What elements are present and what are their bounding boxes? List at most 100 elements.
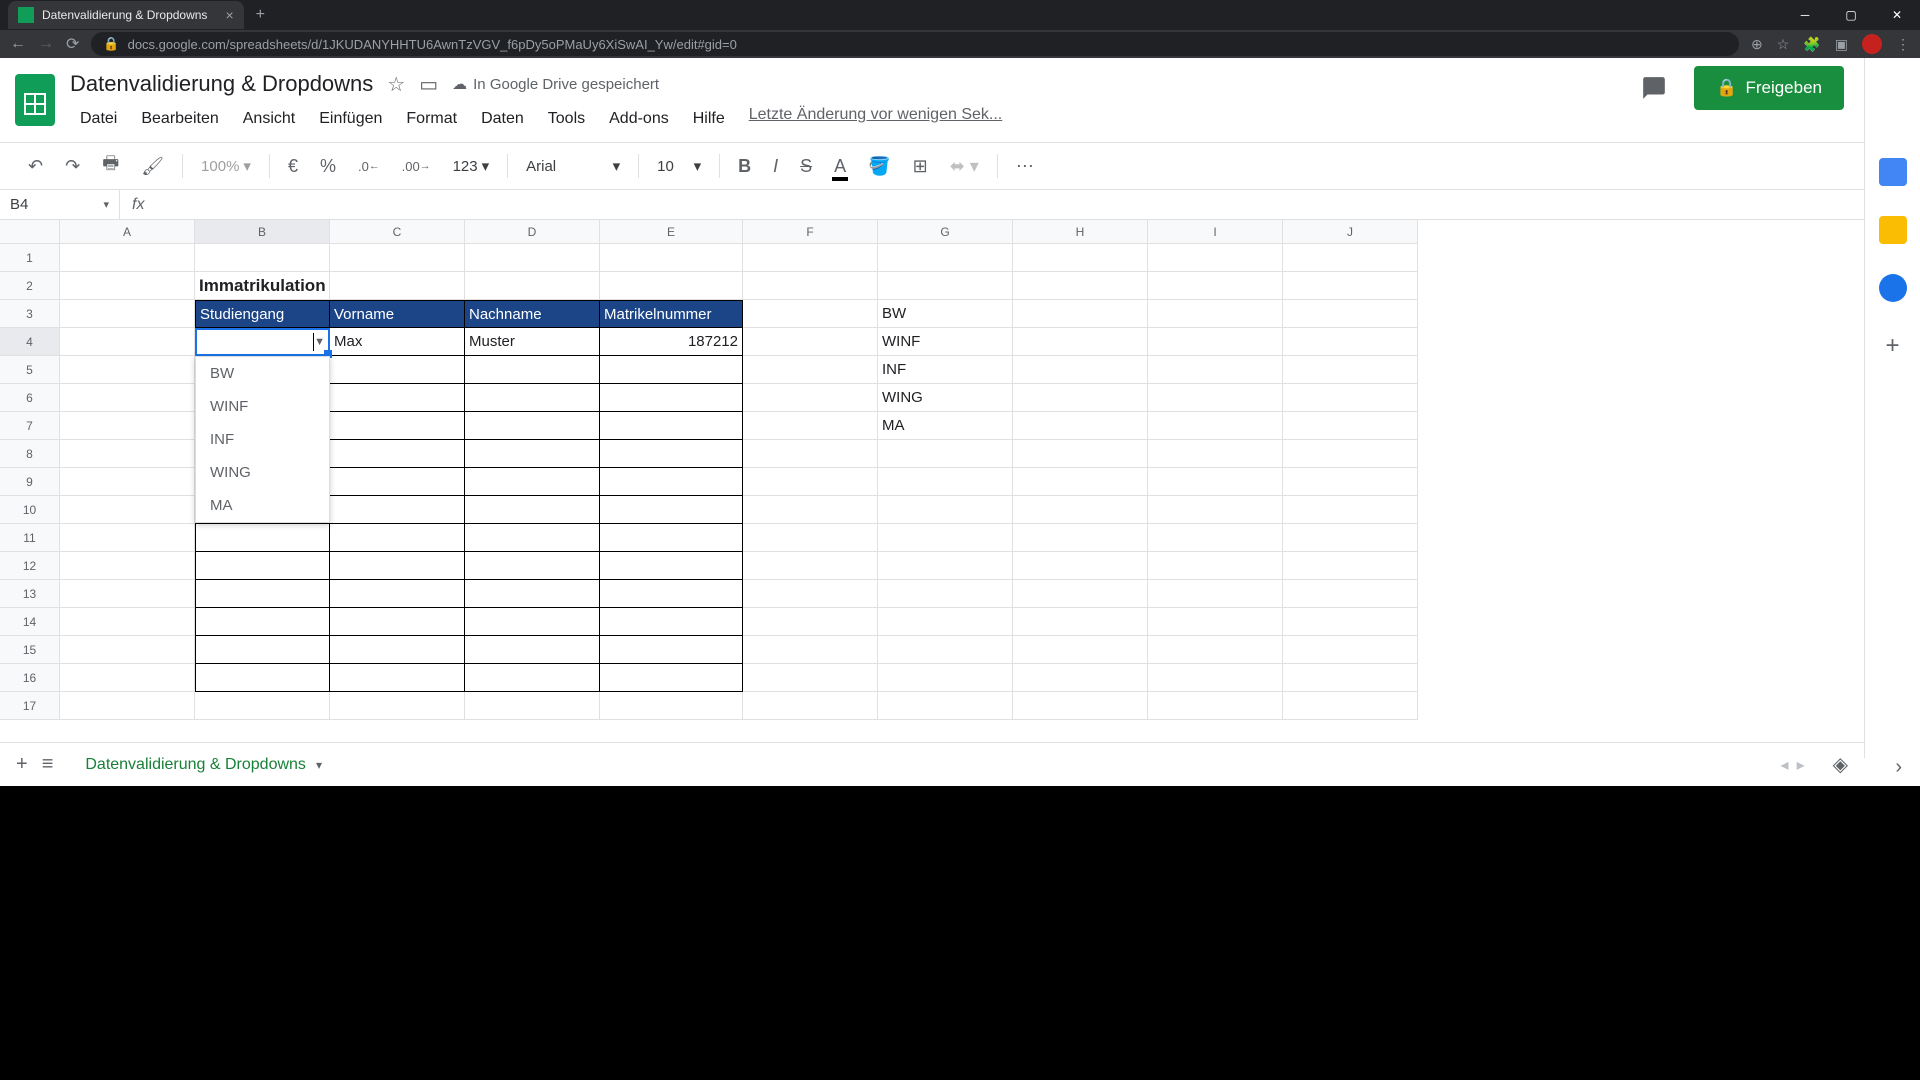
cell[interactable] <box>1283 580 1418 608</box>
cell[interactable] <box>1148 300 1283 328</box>
cell[interactable] <box>600 496 743 524</box>
cell[interactable] <box>600 356 743 384</box>
cell[interactable] <box>1013 692 1148 720</box>
tasks-icon[interactable] <box>1879 274 1907 302</box>
cell[interactable] <box>878 580 1013 608</box>
col-header-F[interactable]: F <box>743 220 878 244</box>
cell[interactable] <box>743 356 878 384</box>
zoom-dropdown[interactable]: 100% ▾ <box>193 157 259 175</box>
cell[interactable] <box>465 356 600 384</box>
cell[interactable] <box>1283 524 1418 552</box>
row-header[interactable]: 15 <box>0 636 60 664</box>
cell[interactable] <box>1013 468 1148 496</box>
increase-decimal-button[interactable]: .00→ <box>394 153 439 180</box>
cell[interactable] <box>743 328 878 356</box>
cell[interactable] <box>330 664 465 692</box>
cell[interactable] <box>60 244 195 272</box>
col-header-A[interactable]: A <box>60 220 195 244</box>
name-box[interactable]: B4 ▾ <box>0 190 120 219</box>
cell[interactable] <box>465 412 600 440</box>
cell[interactable] <box>1013 552 1148 580</box>
cell[interactable] <box>743 244 878 272</box>
cell[interactable] <box>330 580 465 608</box>
cell[interactable] <box>465 468 600 496</box>
col-header-C[interactable]: C <box>330 220 465 244</box>
cell[interactable] <box>743 636 878 664</box>
row-header[interactable]: 12 <box>0 552 60 580</box>
cell[interactable] <box>1148 440 1283 468</box>
cell[interactable] <box>600 552 743 580</box>
cell[interactable] <box>743 692 878 720</box>
sheet-nav-left-icon[interactable]: ◂ <box>1781 755 1789 775</box>
sheets-logo[interactable] <box>10 66 60 134</box>
bold-button[interactable]: B <box>730 150 759 183</box>
cell[interactable] <box>195 664 330 692</box>
cell[interactable] <box>1013 636 1148 664</box>
cell[interactable] <box>1148 636 1283 664</box>
cell[interactable] <box>743 272 878 300</box>
cell[interactable] <box>60 272 195 300</box>
cell[interactable] <box>330 440 465 468</box>
menu-hilfe[interactable]: Hilfe <box>683 106 735 132</box>
extension-badge-icon[interactable]: ▣ <box>1835 36 1848 53</box>
cell[interactable]: INF <box>878 356 1013 384</box>
browser-tab[interactable]: Datenvalidierung & Dropdowns × <box>8 1 244 29</box>
cell[interactable] <box>743 496 878 524</box>
text-color-button[interactable]: A <box>826 150 854 183</box>
row-header[interactable]: 7 <box>0 412 60 440</box>
menu-bearbeiten[interactable]: Bearbeiten <box>131 106 228 132</box>
dropdown-option[interactable]: WINF <box>196 390 329 423</box>
minimize-button[interactable]: ─ <box>1782 0 1828 30</box>
cell[interactable] <box>465 692 600 720</box>
cell[interactable] <box>743 524 878 552</box>
cell[interactable] <box>878 664 1013 692</box>
cell[interactable] <box>1283 356 1418 384</box>
dropdown-option[interactable]: WING <box>196 456 329 489</box>
cell[interactable] <box>1148 552 1283 580</box>
cell[interactable] <box>600 468 743 496</box>
cell[interactable] <box>195 608 330 636</box>
cell[interactable] <box>330 608 465 636</box>
row-header[interactable]: 11 <box>0 524 60 552</box>
cell[interactable] <box>330 552 465 580</box>
menu-einfuegen[interactable]: Einfügen <box>309 106 392 132</box>
star-icon[interactable]: ☆ <box>387 72 405 97</box>
cell[interactable] <box>1013 384 1148 412</box>
cell[interactable] <box>330 524 465 552</box>
percent-button[interactable]: % <box>312 150 344 183</box>
menu-ansicht[interactable]: Ansicht <box>233 106 305 132</box>
cell[interactable]: Vorname <box>330 300 465 328</box>
cell[interactable] <box>60 496 195 524</box>
fill-color-button[interactable]: 🪣 <box>860 150 898 183</box>
cell[interactable]: Matrikelnummer <box>600 300 743 328</box>
col-header-H[interactable]: H <box>1013 220 1148 244</box>
cell[interactable] <box>1148 356 1283 384</box>
cell[interactable] <box>195 692 330 720</box>
cell[interactable] <box>60 636 195 664</box>
cell[interactable] <box>1148 384 1283 412</box>
cell[interactable] <box>600 692 743 720</box>
cell[interactable] <box>1013 524 1148 552</box>
cell[interactable] <box>465 496 600 524</box>
cell[interactable] <box>1013 412 1148 440</box>
cell[interactable] <box>600 272 743 300</box>
italic-button[interactable]: I <box>765 150 786 183</box>
col-header-E[interactable]: E <box>600 220 743 244</box>
cell[interactable] <box>465 440 600 468</box>
row-header[interactable]: 8 <box>0 440 60 468</box>
close-button[interactable]: ✕ <box>1874 0 1920 30</box>
cell[interactable] <box>1283 608 1418 636</box>
cell[interactable] <box>465 384 600 412</box>
cell[interactable] <box>330 636 465 664</box>
cell[interactable] <box>465 524 600 552</box>
cell[interactable] <box>878 552 1013 580</box>
cell[interactable]: Immatrikulation <box>195 272 330 300</box>
cell[interactable] <box>465 608 600 636</box>
dropdown-option[interactable]: BW <box>196 357 329 390</box>
comments-button[interactable] <box>1634 68 1674 108</box>
sheet-menu-icon[interactable]: ▾ <box>316 758 322 772</box>
cell[interactable] <box>1013 272 1148 300</box>
maximize-button[interactable]: ▢ <box>1828 0 1874 30</box>
cell[interactable] <box>60 552 195 580</box>
cell[interactable] <box>330 496 465 524</box>
